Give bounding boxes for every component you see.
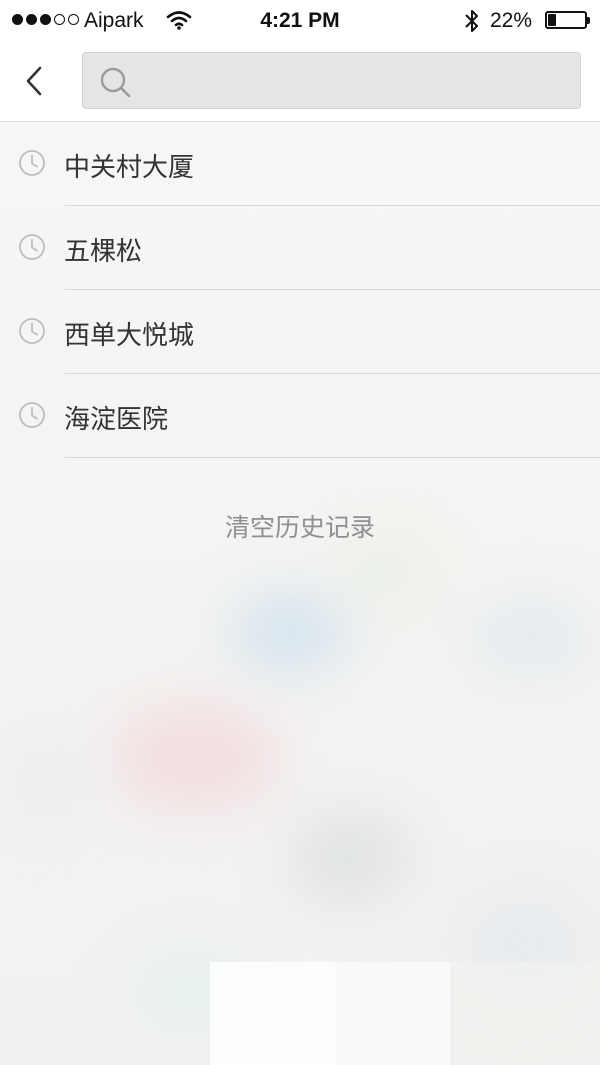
history-item-label: 西单大悦城 <box>64 321 195 351</box>
search-history-list: 中关村大厦 五棵松 西单大悦城 海淀医院 <box>0 122 600 458</box>
chevron-left-icon <box>26 66 42 96</box>
history-item-label: 海淀医院 <box>64 405 169 435</box>
clock-icon <box>19 402 45 428</box>
history-item-3[interactable]: 海淀医院 <box>0 374 600 458</box>
clear-history-button[interactable]: 清空历史记录 <box>0 508 600 544</box>
history-item-0[interactable]: 中关村大厦 <box>0 122 600 206</box>
history-item-label: 中关村大厦 <box>64 153 195 183</box>
navigation-bar <box>0 40 600 122</box>
history-item-label: 五棵松 <box>64 237 143 267</box>
clock-icon <box>19 150 45 176</box>
clock-icon <box>19 318 45 344</box>
divider <box>65 457 600 458</box>
battery-icon <box>545 11 590 29</box>
search-box[interactable] <box>82 52 581 109</box>
status-bar: Aipark 4:21 PM 22% <box>0 0 600 40</box>
search-icon <box>100 67 131 98</box>
battery-level-fill <box>548 14 556 26</box>
history-item-2[interactable]: 西单大悦城 <box>0 290 600 374</box>
bluetooth-icon <box>465 10 478 32</box>
battery-percentage: 22% <box>490 9 533 32</box>
search-input[interactable] <box>145 53 568 108</box>
clock-icon <box>19 234 45 260</box>
back-button[interactable] <box>14 58 54 104</box>
history-item-1[interactable]: 五棵松 <box>0 206 600 290</box>
